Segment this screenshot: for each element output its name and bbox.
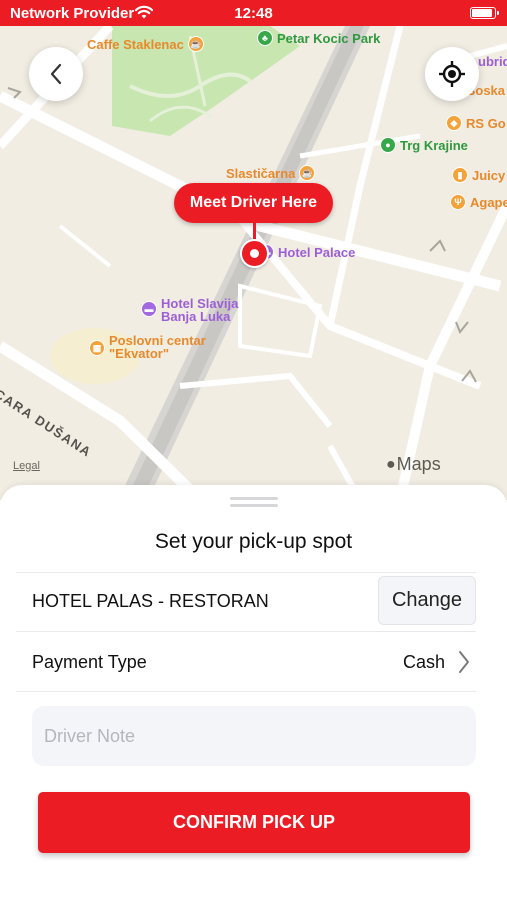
battery-icon <box>470 7 499 19</box>
payment-type-value[interactable]: Cash <box>403 652 445 673</box>
poi-label: Poslovni centar "Ekvator" <box>109 333 206 361</box>
poi-label: Hotel Palace <box>278 244 356 260</box>
tree-icon: ♣ <box>257 30 273 46</box>
poi-hotel-palace[interactable]: ▬ Hotel Palace <box>258 244 355 260</box>
chevron-right-icon[interactable] <box>457 649 471 675</box>
poi-label: Hotel Slavija Banja Luka <box>161 296 239 324</box>
building-icon: ▦ <box>89 340 105 356</box>
locate-me-button[interactable] <box>425 47 479 101</box>
poi-caffe-staklenac[interactable]: Caffe Staklenac ☕ <box>87 36 204 52</box>
cafe-icon: ☕ <box>299 165 316 181</box>
legal-link[interactable]: Legal <box>13 460 40 472</box>
maps-brand-label: Maps <box>396 454 441 474</box>
chevron-left-icon <box>50 63 62 85</box>
back-button[interactable] <box>29 47 83 101</box>
confirm-pickup-button[interactable]: CONFIRM PICK UP <box>38 792 470 853</box>
poi-label: Agape <box>470 194 507 210</box>
meet-driver-callout[interactable]: Meet Driver Here <box>174 183 333 223</box>
poi-poslovni-centar[interactable]: ▦ Poslovni centar "Ekvator" <box>89 334 239 360</box>
poi-label: ubrique <box>478 54 507 69</box>
food-icon: Ψ <box>450 194 466 210</box>
pin-stem <box>253 222 256 240</box>
poi-label: Slastičarna <box>226 165 296 181</box>
divider <box>16 691 476 692</box>
poi-slasticarna[interactable]: Slastičarna ☕ <box>226 165 316 181</box>
poi-trg-krajine[interactable]: ● Trg Krajine <box>380 137 468 153</box>
clock: 12:48 <box>234 5 273 22</box>
sheet-grabber[interactable] <box>230 497 278 500</box>
poi-label: Trg Krajine <box>400 137 468 153</box>
driver-note-input[interactable] <box>32 706 476 766</box>
shop-icon: ◆ <box>446 115 462 131</box>
poi-label: Petar Kocic Park <box>277 30 381 46</box>
poi-label: Juicy <box>472 167 506 183</box>
bed-icon: ▬ <box>141 301 157 317</box>
divider <box>16 631 476 632</box>
poi-petar-kocic-park[interactable]: ♣ Petar Kocic Park <box>257 30 380 46</box>
status-bar: Network Provider 12:48 <box>0 0 507 26</box>
poi-ubrique[interactable]: ubrique <box>478 54 507 69</box>
apple-maps-logo: ● Maps <box>386 454 441 475</box>
pickup-place-name: HOTEL PALAS - RESTORAN <box>32 591 269 611</box>
divider <box>16 572 476 573</box>
change-button[interactable]: Change <box>378 576 476 625</box>
sheet-title: Set your pick-up spot <box>154 530 353 553</box>
poi-hotel-slavija[interactable]: ▬ Hotel Slavija Banja Luka <box>141 297 257 323</box>
poi-agape[interactable]: Ψ Agape <box>450 194 507 210</box>
park-icon: ● <box>380 137 396 153</box>
poi-rs-go[interactable]: ◆ RS Go <box>446 115 506 131</box>
payment-type-label[interactable]: Payment Type <box>32 652 147 673</box>
cup-icon: ▮ <box>452 167 468 183</box>
pickup-pin-icon[interactable] <box>240 239 269 268</box>
map-view[interactable]: Caffe Staklenac ☕ ♣ Petar Kocic Park ubr… <box>0 26 507 500</box>
apple-icon: ● <box>386 455 396 473</box>
poi-juicy[interactable]: ▮ Juicy <box>452 167 505 183</box>
pickup-sheet: Set your pick-up spot HOTEL PALAS - REST… <box>0 485 507 900</box>
cafe-icon: ☕ <box>187 36 204 52</box>
sheet-grabber-line <box>230 504 278 507</box>
poi-label: Caffe Staklenac <box>87 36 184 52</box>
poi-label: RS Go <box>466 115 506 131</box>
crosshair-icon <box>439 61 465 87</box>
